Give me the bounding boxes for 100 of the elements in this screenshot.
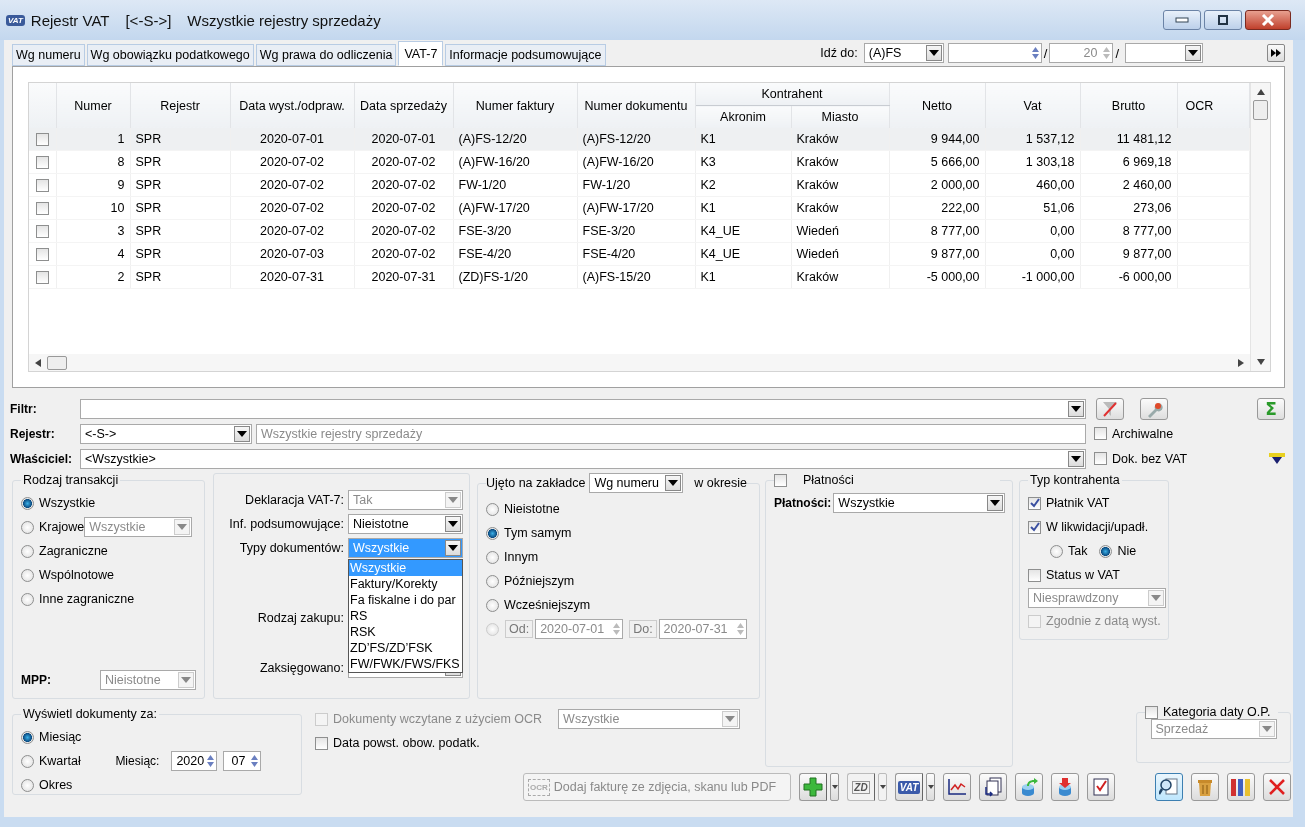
row-checkbox[interactable] (35, 156, 49, 170)
dropdown-option[interactable]: ZD’FS/ZD’FSK (349, 640, 462, 656)
checkbox[interactable] (1094, 452, 1107, 465)
forward-button[interactable] (1267, 44, 1285, 62)
menu-arrow-button[interactable] (830, 773, 839, 801)
table-cell: 8 777,00 (930, 224, 980, 238)
radio-button[interactable] (21, 778, 34, 792)
table-cell: -6 000,00 (1118, 270, 1172, 284)
scroll-left-icon[interactable] (35, 358, 41, 367)
toolbar-button[interactable] (1263, 773, 1291, 801)
column-header[interactable]: Brutto (1080, 83, 1177, 128)
column-header[interactable]: Rejestr (130, 83, 230, 128)
count-field: 20 (1049, 43, 1114, 63)
radio-button[interactable] (486, 550, 499, 564)
scroll-right-icon[interactable] (1238, 358, 1244, 367)
close-button[interactable] (1245, 10, 1291, 30)
year-field[interactable]: 2020 (171, 751, 218, 771)
row-checkbox[interactable] (35, 225, 49, 239)
toolbar-button[interactable] (979, 773, 1007, 801)
dropdown-option[interactable]: RS (349, 608, 462, 624)
checkbox[interactable] (315, 736, 328, 750)
toolbar-button[interactable] (1051, 773, 1079, 801)
filter-field[interactable] (80, 398, 1086, 419)
toolbar-button[interactable] (1087, 773, 1115, 801)
radio-button[interactable] (21, 544, 34, 558)
radio-button[interactable] (21, 730, 34, 744)
vertical-scrollbar[interactable] (1250, 83, 1270, 371)
radio-button[interactable] (486, 526, 499, 540)
tab[interactable]: Wg numeru (12, 44, 85, 66)
mpp-label: MPP: (21, 673, 52, 687)
minimize-button[interactable] (1163, 10, 1201, 30)
checkbox[interactable] (1028, 520, 1041, 534)
radio-button[interactable] (21, 520, 34, 534)
maximize-button[interactable] (1204, 10, 1242, 30)
dropdown[interactable] (1125, 43, 1203, 63)
horizontal-scrollbar[interactable] (29, 354, 1250, 371)
radio-button[interactable] (21, 568, 34, 582)
column-header[interactable]: Numer faktury (453, 83, 577, 128)
column-header[interactable]: Numer dokumentu (577, 83, 695, 128)
row-checkbox[interactable] (35, 271, 49, 285)
number-field[interactable] (947, 43, 1042, 63)
row-checkbox[interactable] (35, 202, 49, 216)
tab[interactable]: Wg obowiązku podatkowego (86, 44, 254, 66)
dropdown-option[interactable]: RSK (349, 624, 462, 640)
column-header[interactable]: OCR (1177, 83, 1250, 128)
table-cell: Kraków (796, 132, 839, 146)
column-header[interactable]: Data wyst./odpraw. (230, 83, 354, 128)
radio-button[interactable] (1099, 544, 1113, 558)
table-cell: SPR (135, 155, 162, 169)
column-header[interactable]: Vat (985, 83, 1080, 128)
tab[interactable]: Wg prawa do odliczenia (255, 44, 397, 66)
dropdown-option[interactable]: FW/FWK/FWS/FKS (349, 656, 462, 672)
radio-button[interactable] (21, 592, 34, 606)
radio-button[interactable] (21, 754, 34, 768)
scroll-up-icon[interactable] (1256, 89, 1265, 95)
checkbox[interactable] (1094, 427, 1107, 440)
row-checkbox[interactable] (35, 248, 49, 262)
toolbar-button[interactable] (799, 773, 827, 801)
spinner-icon (611, 620, 623, 638)
radio-label: Wspólnotowe (39, 568, 115, 582)
scrollbar-thumb[interactable] (1253, 100, 1268, 120)
menu-arrow-button[interactable] (878, 773, 887, 801)
column-header[interactable]: Data sprzedaży (354, 83, 453, 128)
row-checkbox[interactable] (35, 179, 49, 193)
toolbar-button[interactable] (943, 773, 971, 801)
toolbar-button[interactable] (1155, 773, 1183, 801)
radio-button[interactable] (486, 598, 499, 612)
type-dropdown[interactable]: (A)FS (863, 43, 944, 63)
scroll-down-icon[interactable] (1256, 359, 1265, 365)
tab-dropdown[interactable]: Wg numeru (589, 473, 684, 493)
spinner-icon (205, 752, 217, 770)
checkbox[interactable] (774, 473, 787, 487)
table-cell: 2020-07-02 (260, 178, 324, 192)
scrollbar-thumb[interactable] (47, 355, 67, 370)
clear-filter-button[interactable] (1096, 397, 1124, 420)
tab[interactable]: VAT-7 (398, 41, 444, 66)
column-header[interactable]: Netto (889, 83, 985, 128)
to-label: Do: (629, 620, 657, 638)
toolbar-button[interactable] (1227, 773, 1255, 801)
menu-arrow-button[interactable] (926, 773, 935, 801)
payments-dropdown[interactable]: Wszystkie (833, 493, 1006, 513)
owner-dropdown[interactable]: <Wszystkie> (80, 448, 1086, 469)
table-cell: -5 000,00 (926, 270, 980, 284)
toolbar-button[interactable]: VAT (895, 773, 923, 801)
radio-button[interactable] (486, 502, 499, 516)
table-cell: 4 (117, 247, 125, 261)
dropdown-option[interactable]: Faktury/Korekty (349, 576, 462, 592)
filter-settings-button[interactable] (1140, 397, 1168, 420)
row-checkbox[interactable] (35, 133, 49, 147)
tab[interactable]: Informacje podsumowujące (445, 44, 606, 66)
column-header[interactable]: Numer (56, 83, 130, 128)
dropdown[interactable]: Nieistotne (348, 514, 463, 534)
checkbox[interactable] (1028, 496, 1041, 510)
radio-button[interactable] (1050, 544, 1063, 558)
down-arrow-icon[interactable] (1269, 452, 1285, 465)
month-field[interactable]: 07 (223, 751, 262, 771)
register-dropdown[interactable]: <-S-> (80, 423, 252, 444)
dropdown-option[interactable]: Fa fiskalne i do par (349, 592, 462, 608)
radio-button[interactable] (21, 496, 34, 510)
radio-button[interactable] (486, 574, 499, 588)
